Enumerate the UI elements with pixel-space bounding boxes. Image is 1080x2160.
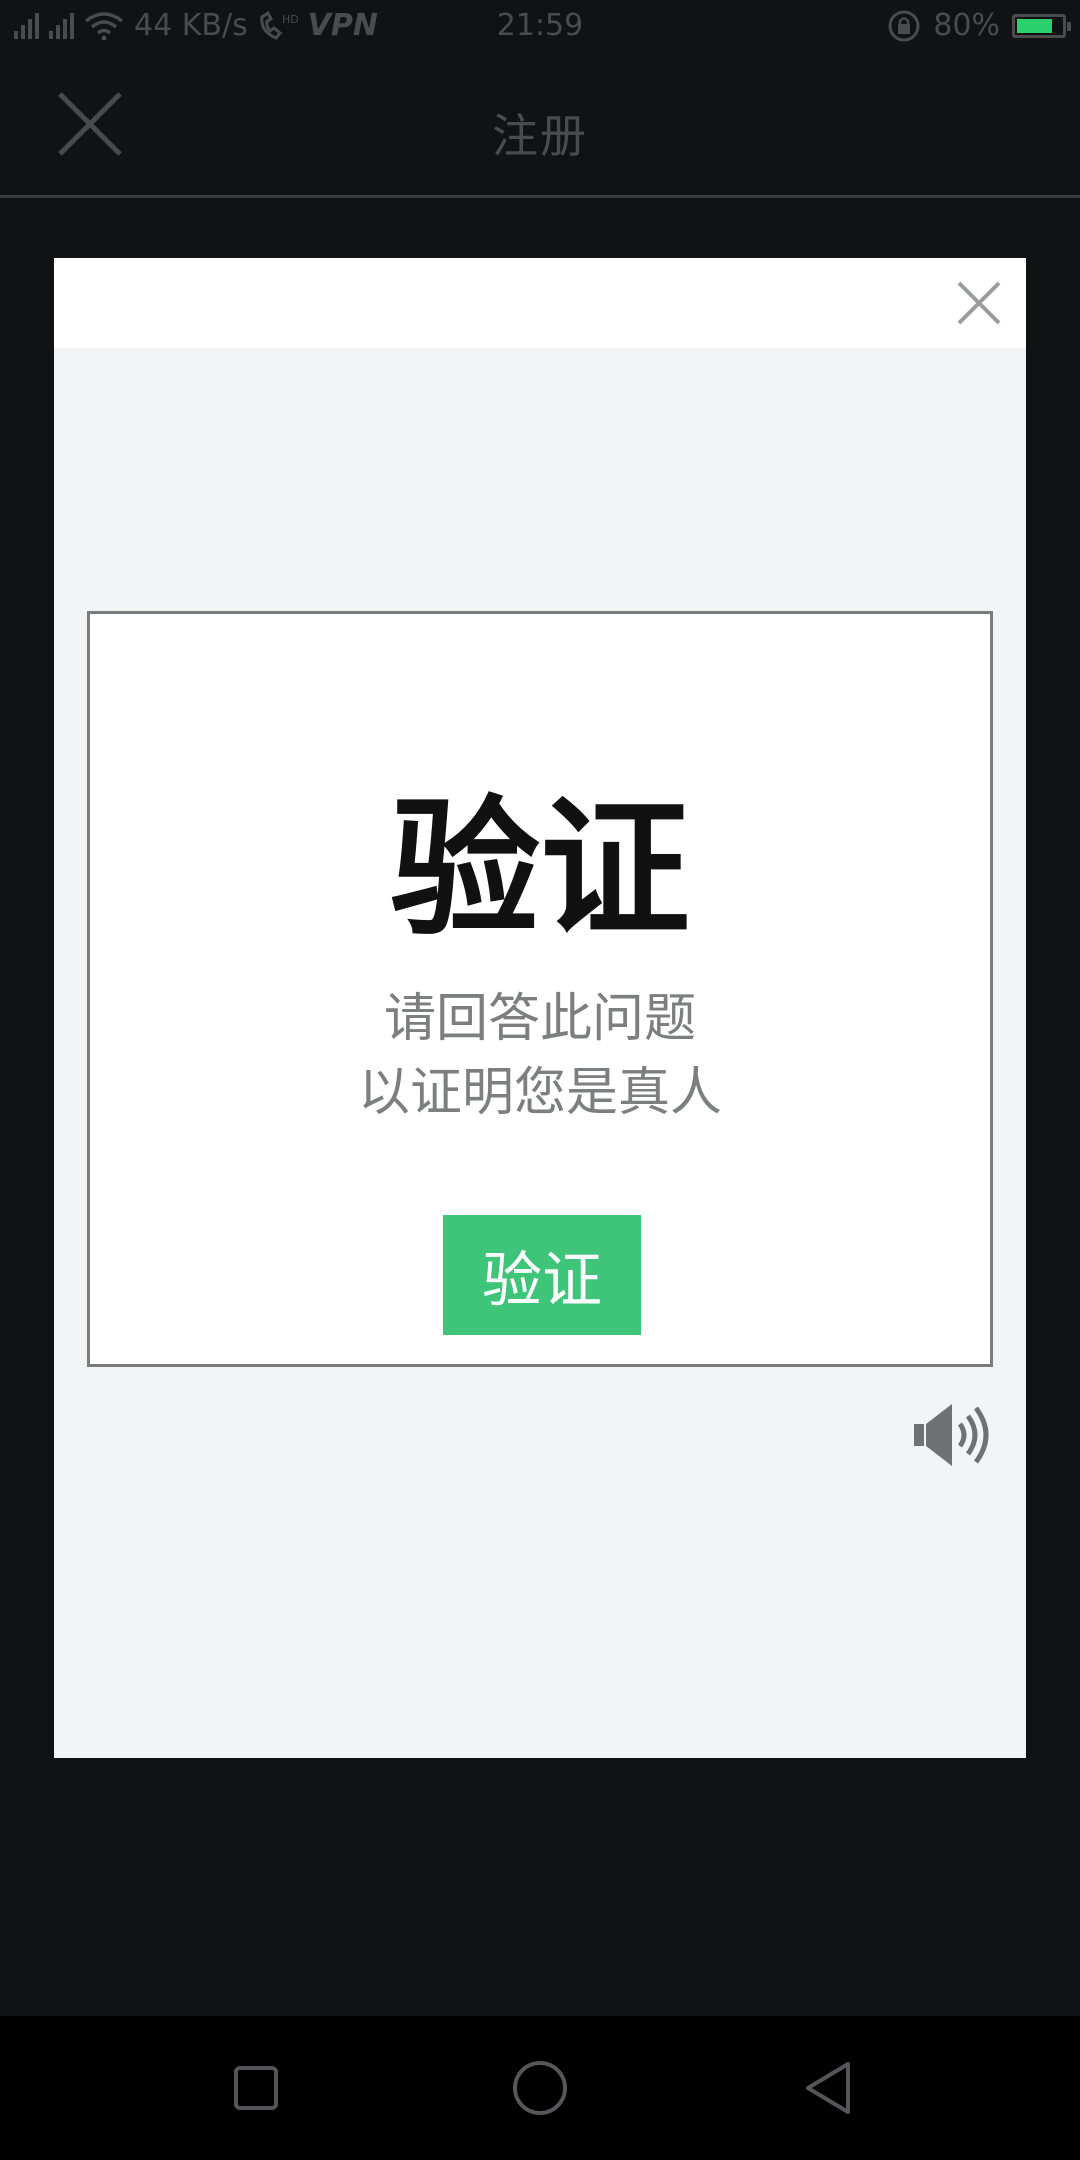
verify-subtitle-line2: 以证明您是真人 [357,1063,722,1123]
close-icon[interactable] [956,280,1002,326]
navigation-bar [0,2016,1080,2160]
page-title: 注册 [492,109,588,163]
verify-subtitle: 请回答此问题 以证明您是真人 [90,982,990,1130]
modal-top-bar [54,258,1026,348]
battery-percent: 80% [933,8,1000,43]
captcha-modal: 验证 请回答此问题 以证明您是真人 验证 [54,258,1026,1758]
status-right: 80% [887,8,1071,43]
rotation-lock-icon [888,10,920,41]
screen: 44 KB/s HD VPN 21:59 80% 注册 验证 请回答此问题 以证… [0,0,1080,2160]
verify-title: 验证 [389,781,690,957]
speaker-icon[interactable] [912,1400,992,1470]
recent-apps-icon[interactable] [226,2058,286,2118]
status-bar: 44 KB/s HD VPN 21:59 80% [0,0,1080,56]
verify-subtitle-line1: 请回答此问题 [383,989,696,1049]
verify-panel: 验证 请回答此问题 以证明您是真人 验证 [87,611,993,1367]
battery-icon [1012,13,1071,38]
header: 注册 [0,56,1080,198]
verify-button[interactable]: 验证 [443,1215,641,1335]
home-icon[interactable] [510,2058,570,2118]
back-icon[interactable] [800,2058,860,2118]
battery-fill [1017,18,1053,33]
